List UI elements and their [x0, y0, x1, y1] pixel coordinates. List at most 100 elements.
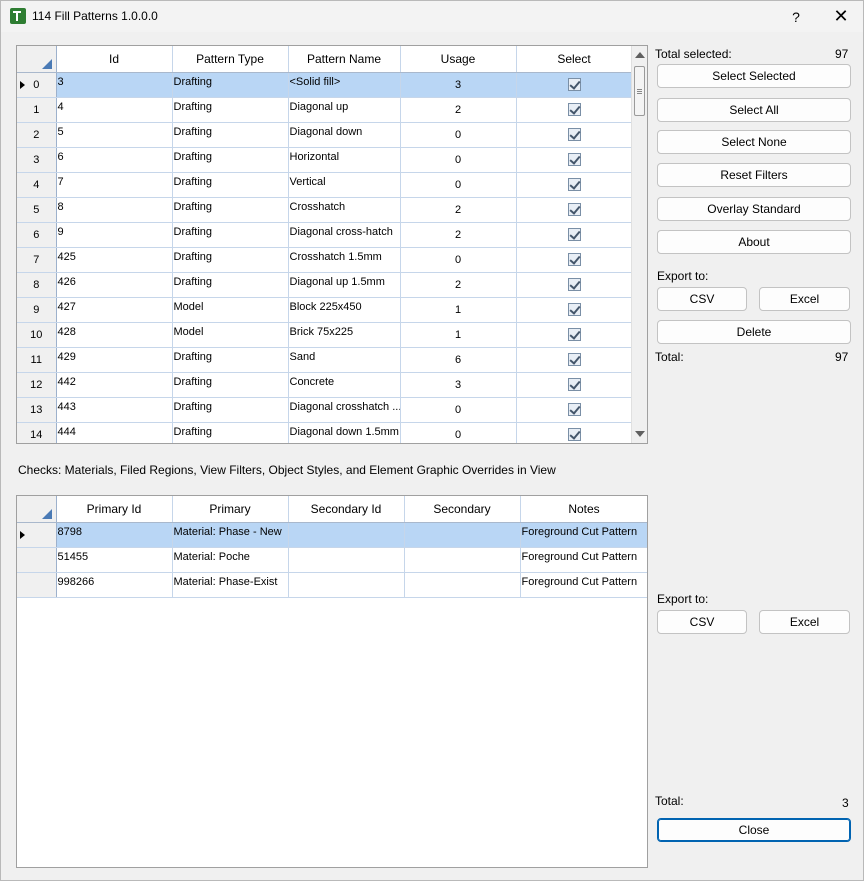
cell-usage[interactable]: 1 — [400, 297, 517, 323]
about-button[interactable]: About — [657, 230, 851, 254]
usage-row[interactable]: 8798 Material: Phase - New Foreground Cut … — [17, 522, 647, 548]
cell-pattern-type[interactable]: Drafting — [172, 172, 289, 198]
usage-grid-corner[interactable] — [17, 496, 57, 523]
cell-pattern-type[interactable]: Drafting — [172, 72, 289, 98]
cell-secondary[interactable] — [404, 522, 521, 548]
row-header[interactable]: 13 — [17, 397, 57, 423]
pattern-row[interactable]: 7 425 Drafting Crosshatch 1.5mm 0 — [17, 247, 633, 273]
cell-select[interactable] — [516, 347, 633, 373]
delete-button[interactable]: Delete — [657, 320, 851, 344]
cell-select[interactable] — [516, 422, 633, 443]
cell-pattern-type[interactable]: Model — [172, 322, 289, 348]
cell-id[interactable]: 425 — [56, 247, 173, 273]
select-checkbox[interactable] — [567, 428, 581, 441]
cell-usage[interactable]: 2 — [400, 272, 517, 298]
cell-id[interactable]: 3 — [56, 72, 173, 98]
select-checkbox[interactable] — [567, 328, 581, 341]
cell-pattern-type[interactable]: Drafting — [172, 147, 289, 173]
select-checkbox[interactable] — [567, 128, 581, 141]
cell-select[interactable] — [516, 272, 633, 298]
pattern-row[interactable]: 4 7 Drafting Vertical 0 — [17, 172, 633, 198]
cell-id[interactable]: 429 — [56, 347, 173, 373]
pattern-row[interactable]: 12 442 Drafting Concrete 3 — [17, 372, 633, 398]
cell-usage[interactable]: 0 — [400, 172, 517, 198]
cell-select[interactable] — [516, 147, 633, 173]
cell-primary-id[interactable]: 8798 — [56, 522, 173, 548]
cell-notes[interactable]: Foreground Cut Pattern — [520, 547, 647, 573]
cell-secondary-id[interactable] — [288, 572, 405, 598]
scroll-thumb[interactable] — [634, 66, 645, 116]
scroll-down-arrow-icon[interactable] — [635, 431, 645, 437]
cell-usage[interactable]: 0 — [400, 147, 517, 173]
row-header[interactable] — [17, 522, 57, 548]
select-checkbox[interactable] — [567, 78, 581, 91]
cell-pattern-name[interactable]: Crosshatch — [288, 197, 401, 223]
cell-primary-id[interactable]: 51455 — [56, 547, 173, 573]
select-checkbox[interactable] — [567, 178, 581, 191]
cell-secondary-id[interactable] — [288, 522, 405, 548]
pattern-row[interactable]: 8 426 Drafting Diagonal up 1.5mm 2 — [17, 272, 633, 298]
select-checkbox[interactable] — [567, 303, 581, 316]
column-header-usage[interactable]: Usage — [400, 46, 517, 73]
select-checkbox[interactable] — [567, 203, 581, 216]
scroll-up-arrow-icon[interactable] — [635, 52, 645, 58]
row-header[interactable]: 6 — [17, 222, 57, 248]
cell-usage[interactable]: 0 — [400, 397, 517, 423]
row-header[interactable] — [17, 547, 57, 573]
cell-pattern-name[interactable]: Diagonal up 1.5mm — [288, 272, 401, 298]
row-header[interactable]: 12 — [17, 372, 57, 398]
cell-primary[interactable]: Material: Phase - New — [172, 522, 289, 548]
cell-id[interactable]: 4 — [56, 97, 173, 123]
row-header[interactable]: 2 — [17, 122, 57, 148]
reset-filters-button[interactable]: Reset Filters — [657, 163, 851, 187]
cell-pattern-name[interactable]: Block 225x450 — [288, 297, 401, 323]
select-checkbox[interactable] — [567, 353, 581, 366]
cell-select[interactable] — [516, 172, 633, 198]
cell-id[interactable]: 5 — [56, 122, 173, 148]
cell-id[interactable]: 444 — [56, 422, 173, 443]
row-header[interactable]: 11 — [17, 347, 57, 373]
select-selected-button[interactable]: Select Selected — [657, 64, 851, 88]
cell-id[interactable]: 6 — [56, 147, 173, 173]
cell-usage[interactable]: 2 — [400, 97, 517, 123]
cell-select[interactable] — [516, 97, 633, 123]
select-checkbox[interactable] — [567, 103, 581, 116]
cell-id[interactable]: 428 — [56, 322, 173, 348]
overlay-standard-button[interactable]: Overlay Standard — [657, 197, 851, 221]
cell-pattern-type[interactable]: Drafting — [172, 372, 289, 398]
row-header[interactable]: 5 — [17, 197, 57, 223]
export-excel-button[interactable]: Excel — [759, 287, 850, 311]
cell-notes[interactable]: Foreground Cut Pattern — [520, 522, 647, 548]
cell-pattern-name[interactable]: Crosshatch 1.5mm — [288, 247, 401, 273]
select-none-button[interactable]: Select None — [657, 130, 851, 154]
pattern-row[interactable]: 5 8 Drafting Crosshatch 2 — [17, 197, 633, 223]
help-button[interactable]: ? — [773, 1, 819, 32]
cell-pattern-type[interactable]: Drafting — [172, 97, 289, 123]
cell-select[interactable] — [516, 197, 633, 223]
export-csv-button[interactable]: CSV — [657, 287, 747, 311]
select-checkbox[interactable] — [567, 278, 581, 291]
cell-pattern-name[interactable]: Horizontal — [288, 147, 401, 173]
cell-pattern-name[interactable]: Diagonal down 1.5mm — [288, 422, 401, 443]
cell-pattern-name[interactable]: Diagonal cross-hatch — [288, 222, 401, 248]
cell-pattern-name[interactable]: <Solid fill> — [288, 72, 401, 98]
cell-usage[interactable]: 1 — [400, 322, 517, 348]
cell-pattern-type[interactable]: Drafting — [172, 222, 289, 248]
row-header[interactable]: 7 — [17, 247, 57, 273]
patterns-scrollbar[interactable] — [631, 46, 647, 443]
select-checkbox[interactable] — [567, 153, 581, 166]
cell-pattern-name[interactable]: Diagonal down — [288, 122, 401, 148]
cell-select[interactable] — [516, 122, 633, 148]
row-header[interactable]: 14 — [17, 422, 57, 443]
column-header-pattern-type[interactable]: Pattern Type — [172, 46, 289, 73]
pattern-row[interactable]: 1 4 Drafting Diagonal up 2 — [17, 97, 633, 123]
row-header[interactable]: 4 — [17, 172, 57, 198]
pattern-row[interactable]: 2 5 Drafting Diagonal down 0 — [17, 122, 633, 148]
row-header[interactable] — [17, 572, 57, 598]
cell-select[interactable] — [516, 397, 633, 423]
cell-pattern-name[interactable]: Concrete — [288, 372, 401, 398]
cell-usage[interactable]: 6 — [400, 347, 517, 373]
pattern-row[interactable]: 3 6 Drafting Horizontal 0 — [17, 147, 633, 173]
cell-id[interactable]: 8 — [56, 197, 173, 223]
column-header-secondary[interactable]: Secondary — [404, 496, 521, 523]
